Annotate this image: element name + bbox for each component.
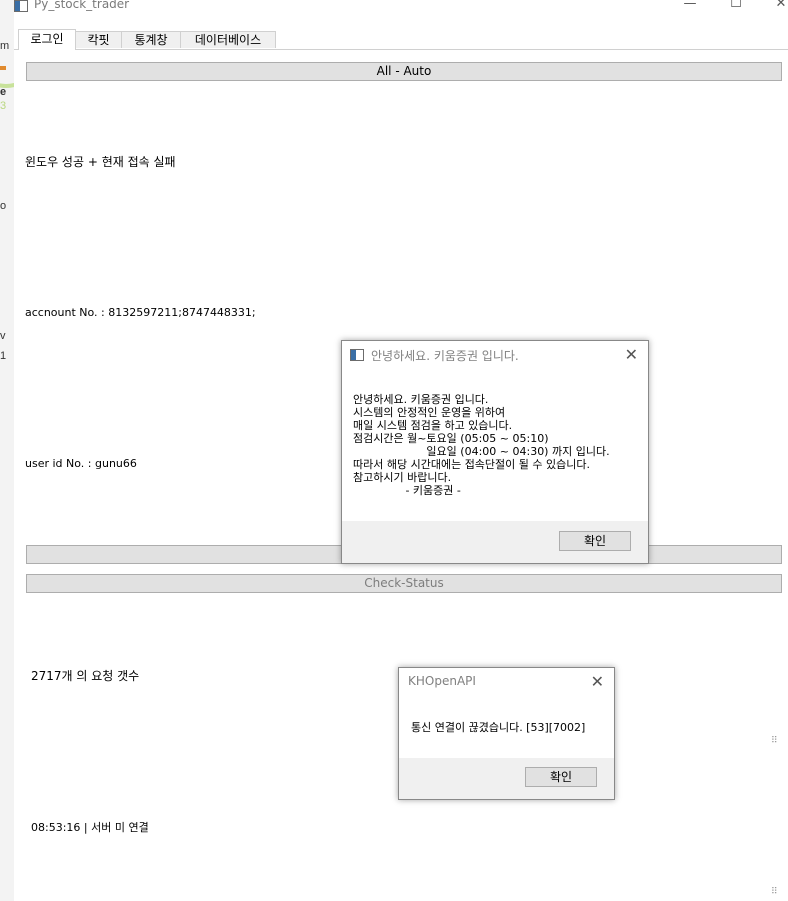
app-icon <box>14 0 28 12</box>
close-icon[interactable]: ✕ <box>591 672 604 691</box>
window-title: Py_stock_trader <box>34 0 130 11</box>
login-status-text: 윈도우 성공 + 현재 접속 실패 <box>25 155 176 169</box>
dialog-footer: 확인 <box>342 521 648 563</box>
all-auto-button[interactable]: All - Auto <box>26 62 782 81</box>
resize-grip-icon[interactable]: ⠿ <box>771 888 779 897</box>
tab-bar: 로그인 칵핏 통계창 데이터베이스 <box>14 29 788 50</box>
close-button[interactable]: ✕ <box>766 0 788 12</box>
request-count-text: 2717개 의 요청 갯수 <box>31 669 140 683</box>
dialog-title-bar[interactable]: KHOpenAPI ✕ <box>399 668 614 696</box>
tab-login[interactable]: 로그인 <box>18 29 76 50</box>
kiwoom-notice-dialog: 안녕하세요. 키움증권 입니다. ✕ 안녕하세요. 키움증권 입니다. 시스템의… <box>341 340 649 564</box>
dialog-title-bar[interactable]: 안녕하세요. 키움증권 입니다. ✕ <box>342 341 648 369</box>
ok-button[interactable]: 확인 <box>559 531 631 551</box>
desktop-background-edge: m e 3 o v 1 <box>0 0 50 901</box>
dialog-message: 통신 연결이 끊겼습니다. [53][7002] <box>411 721 586 734</box>
tab-database[interactable]: 데이터베이스 <box>180 31 276 48</box>
dialog-message: 안녕하세요. 키움증권 입니다. 시스템의 안정적인 운영을 위하여 매일 시스… <box>353 393 610 497</box>
desktop-edge-text: 3 <box>0 100 7 112</box>
maximize-button[interactable]: ☐ <box>721 0 751 12</box>
minimize-button[interactable]: — <box>675 0 705 12</box>
desktop-edge-text: 1 <box>0 350 7 362</box>
desktop-edge-text: v <box>0 330 6 342</box>
desktop-edge-text: e <box>0 86 7 98</box>
tab-cockpit[interactable]: 칵핏 <box>75 31 122 48</box>
tab-statistics[interactable]: 통계창 <box>121 31 181 48</box>
dialog-footer: 확인 <box>399 758 614 799</box>
server-status-text: 08:53:16 | 서버 미 연결 <box>31 821 149 834</box>
check-status-button[interactable]: Check-Status <box>26 574 782 593</box>
resize-grip-icon[interactable]: ⠿ <box>771 737 779 746</box>
desktop-edge-text: m <box>0 40 10 52</box>
account-number-text: accnount No. : 8132597211;8747448331; <box>25 306 256 319</box>
dialog-app-icon <box>350 349 364 361</box>
close-icon[interactable]: ✕ <box>625 345 638 364</box>
desktop-edge-marker <box>0 66 6 70</box>
user-id-text: user id No. : gunu66 <box>25 457 137 470</box>
dialog-title: 안녕하세요. 키움증권 입니다. <box>371 349 519 363</box>
ok-button[interactable]: 확인 <box>525 767 597 787</box>
desktop-edge-text: o <box>0 200 7 212</box>
title-bar[interactable]: Py_stock_trader — ☐ ✕ <box>14 0 788 14</box>
dialog-title: KHOpenAPI <box>408 674 476 688</box>
khopenapi-dialog: KHOpenAPI ✕ 통신 연결이 끊겼습니다. [53][7002] 확인 <box>398 667 615 800</box>
